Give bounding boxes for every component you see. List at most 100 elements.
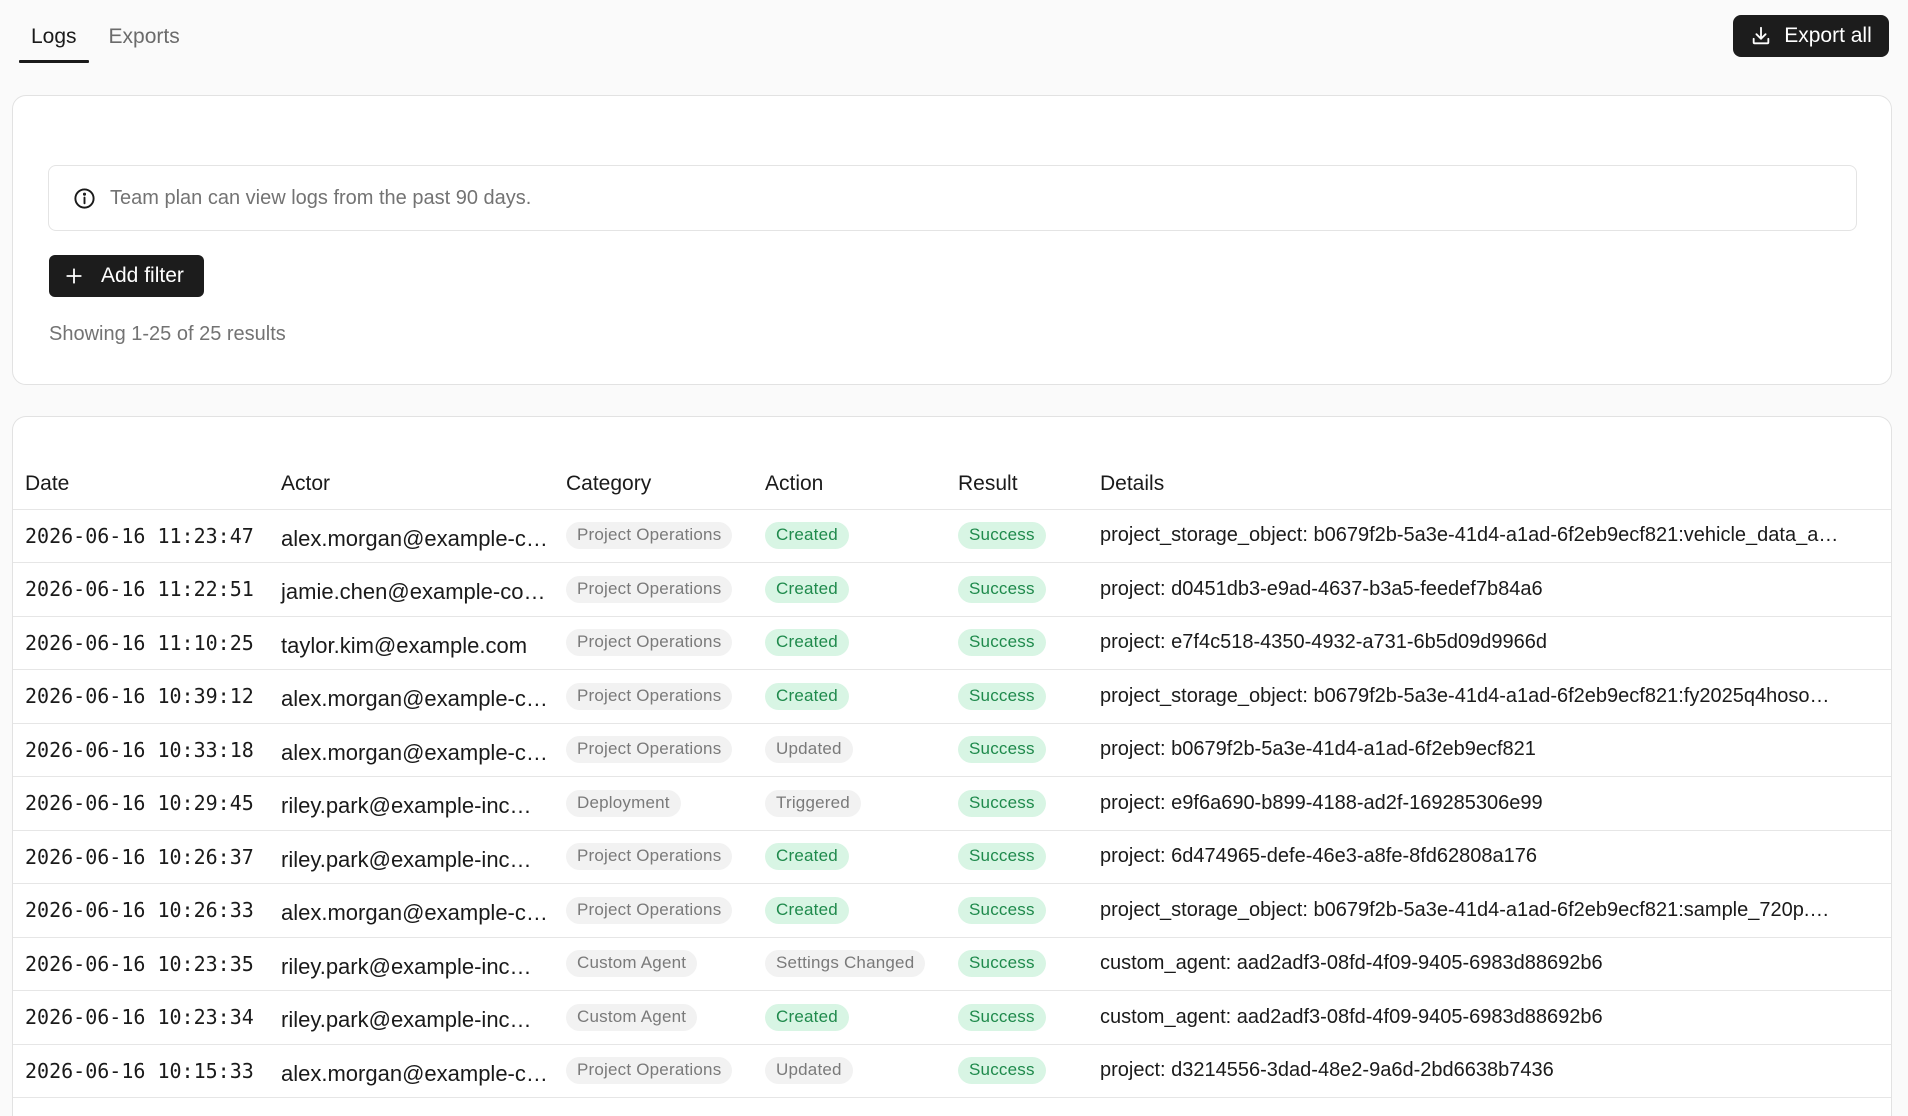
cell-action: Created (753, 830, 946, 884)
cell-actor: taylor.kim@example.com (269, 616, 554, 670)
table-row[interactable]: 2026-06-16 11:10:25 taylor.kim@example.co… (13, 616, 1891, 670)
cell-actor: riley.park@example-inc… (269, 990, 554, 1045)
tab-exports[interactable]: Exports (97, 0, 192, 63)
action-badge: Created (765, 575, 849, 603)
cell-category: Project Operations (554, 723, 753, 777)
action-badge: Created (765, 843, 849, 871)
action-badge: Created (765, 629, 849, 657)
cell-category: Project Operations (554, 1044, 753, 1098)
action-badge: Created (765, 522, 849, 550)
table-row[interactable]: 2026-06-16 10:29:45 riley.park@example-in… (13, 776, 1891, 831)
category-badge: Project Operations (566, 682, 733, 710)
download-icon (1752, 26, 1770, 45)
column-header-action[interactable]: Action (753, 459, 946, 510)
results-count: Showing 1-25 of 25 results (49, 323, 286, 345)
cell-action: Triggered (753, 776, 946, 831)
result-badge: Success (958, 1003, 1046, 1031)
cell-date: 2026-06-16 10:15:33 (13, 1044, 269, 1098)
action-badge: Updated (765, 1057, 853, 1085)
top-bar: Logs Exports Export all (0, 0, 1908, 76)
action-badge: Created (765, 1003, 849, 1031)
cell-result: Success (946, 669, 1088, 724)
cell-category: Project Operations (554, 830, 753, 884)
cell-result: Success (946, 937, 1088, 991)
cell-category: Project Operations (554, 616, 753, 670)
column-header-actor[interactable]: Actor (269, 459, 554, 510)
cell-action: Created (753, 562, 946, 617)
cell-category: Project Operations (554, 562, 753, 617)
action-badge: Updated (765, 736, 853, 764)
cell-action: Updated (753, 1044, 946, 1098)
column-header-details[interactable]: Details (1088, 459, 1891, 510)
column-header-date[interactable]: Date (13, 459, 269, 510)
cell-result: Success (946, 1044, 1088, 1098)
category-badge: Custom Agent (566, 1003, 698, 1031)
cell-action: Updated (753, 723, 946, 777)
cell-actor: alex.morgan@example-co… (269, 883, 554, 938)
filter-panel: Team plan can view logs from the past 90… (12, 95, 1892, 385)
cell-actor: alex.morgan@example-co… (269, 1044, 554, 1098)
result-badge: Success (958, 522, 1046, 550)
table-row[interactable]: 2026-06-16 11:23:47 alex.morgan@example-c… (13, 509, 1891, 563)
cell-actor: riley.park@example-inc… (269, 776, 554, 831)
result-badge: Success (958, 789, 1046, 817)
result-badge: Success (958, 575, 1046, 603)
category-badge: Project Operations (566, 1057, 733, 1085)
column-header-category[interactable]: Category (554, 459, 753, 510)
category-badge: Project Operations (566, 843, 733, 871)
tab-logs[interactable]: Logs (19, 0, 89, 63)
table-row[interactable]: 2026-06-16 10:26:33 alex.morgan@example-c… (13, 883, 1891, 938)
cell-details: custom_agent: aad2adf3-08fd-4f09-9405-69… (1088, 937, 1891, 991)
action-badge: Created (765, 682, 849, 710)
cell-actor: jamie.chen@example-co… (269, 562, 554, 617)
table-row[interactable]: 2026-06-16 10:15:33 alex.morgan@example-c… (13, 1044, 1891, 1098)
result-badge: Success (958, 896, 1046, 924)
cell-details: project: e9f6a690-b899-4188-ad2f-1692853… (1088, 776, 1891, 831)
cell-action: Created (753, 509, 946, 563)
export-all-label: Export all (1784, 24, 1872, 47)
export-all-button[interactable]: Export all (1733, 15, 1889, 57)
category-badge: Project Operations (566, 629, 733, 657)
cell-details: project: d0451db3-e9ad-4637-b3a5-feedef7… (1088, 562, 1891, 617)
table-row[interactable]: 2026-06-16 10:23:34 riley.park@example-in… (13, 990, 1891, 1045)
info-circle-icon (74, 187, 95, 209)
cell-action: Created (753, 669, 946, 724)
cell-date: 2026-06-16 11:23:47 (13, 509, 269, 563)
cell-category: Deployment (554, 776, 753, 831)
add-filter-button[interactable]: Add filter (49, 255, 204, 297)
column-header-result[interactable]: Result (946, 459, 1088, 510)
table-row[interactable]: 2026-06-16 10:23:35 riley.park@example-in… (13, 937, 1891, 991)
cell-date: 2026-06-16 11:22:51 (13, 562, 269, 617)
cell-details: project: 6d474965-defe-46e3-a8fe-8fd6280… (1088, 830, 1891, 884)
action-badge: Settings Changed (765, 950, 926, 978)
cell-date: 2026-06-16 10:23:34 (13, 990, 269, 1045)
cell-actor: alex.morgan@example-co… (269, 509, 554, 563)
cell-actor: alex.morgan@example-co… (269, 723, 554, 777)
action-badge: Triggered (765, 789, 861, 817)
cell-result: Success (946, 562, 1088, 617)
logs-table-panel: Date Actor Category Action Result Detail… (12, 416, 1892, 1116)
result-badge: Success (958, 629, 1046, 657)
cell-details: custom_agent: aad2adf3-08fd-4f09-9405-69… (1088, 990, 1891, 1045)
category-badge: Custom Agent (566, 950, 698, 978)
logs-table: Date Actor Category Action Result Detail… (13, 459, 1891, 1098)
table-row[interactable]: 2026-06-16 10:39:12 alex.morgan@example-c… (13, 669, 1891, 724)
cell-date: 2026-06-16 10:33:18 (13, 723, 269, 777)
result-badge: Success (958, 843, 1046, 871)
cell-actor: alex.morgan@example-co… (269, 669, 554, 724)
table-row[interactable]: 2026-06-16 11:22:51 jamie.chen@example-co… (13, 562, 1891, 617)
cell-result: Success (946, 830, 1088, 884)
cell-details: project: d3214556-3dad-48e2-9a6d-2bd6638… (1088, 1044, 1891, 1098)
cell-date: 2026-06-16 10:23:35 (13, 937, 269, 991)
plan-notice: Team plan can view logs from the past 90… (48, 165, 1857, 231)
cell-result: Success (946, 723, 1088, 777)
cell-actor: riley.park@example-inc… (269, 937, 554, 991)
cell-date: 2026-06-16 10:26:33 (13, 883, 269, 938)
table-row[interactable]: 2026-06-16 10:33:18 alex.morgan@example-c… (13, 723, 1891, 777)
cell-date: 2026-06-16 11:10:25 (13, 616, 269, 670)
table-row[interactable]: 2026-06-16 10:26:37 riley.park@example-in… (13, 830, 1891, 884)
cell-date: 2026-06-16 10:39:12 (13, 669, 269, 724)
cell-action: Settings Changed (753, 937, 946, 991)
cell-result: Success (946, 509, 1088, 563)
category-badge: Project Operations (566, 575, 733, 603)
